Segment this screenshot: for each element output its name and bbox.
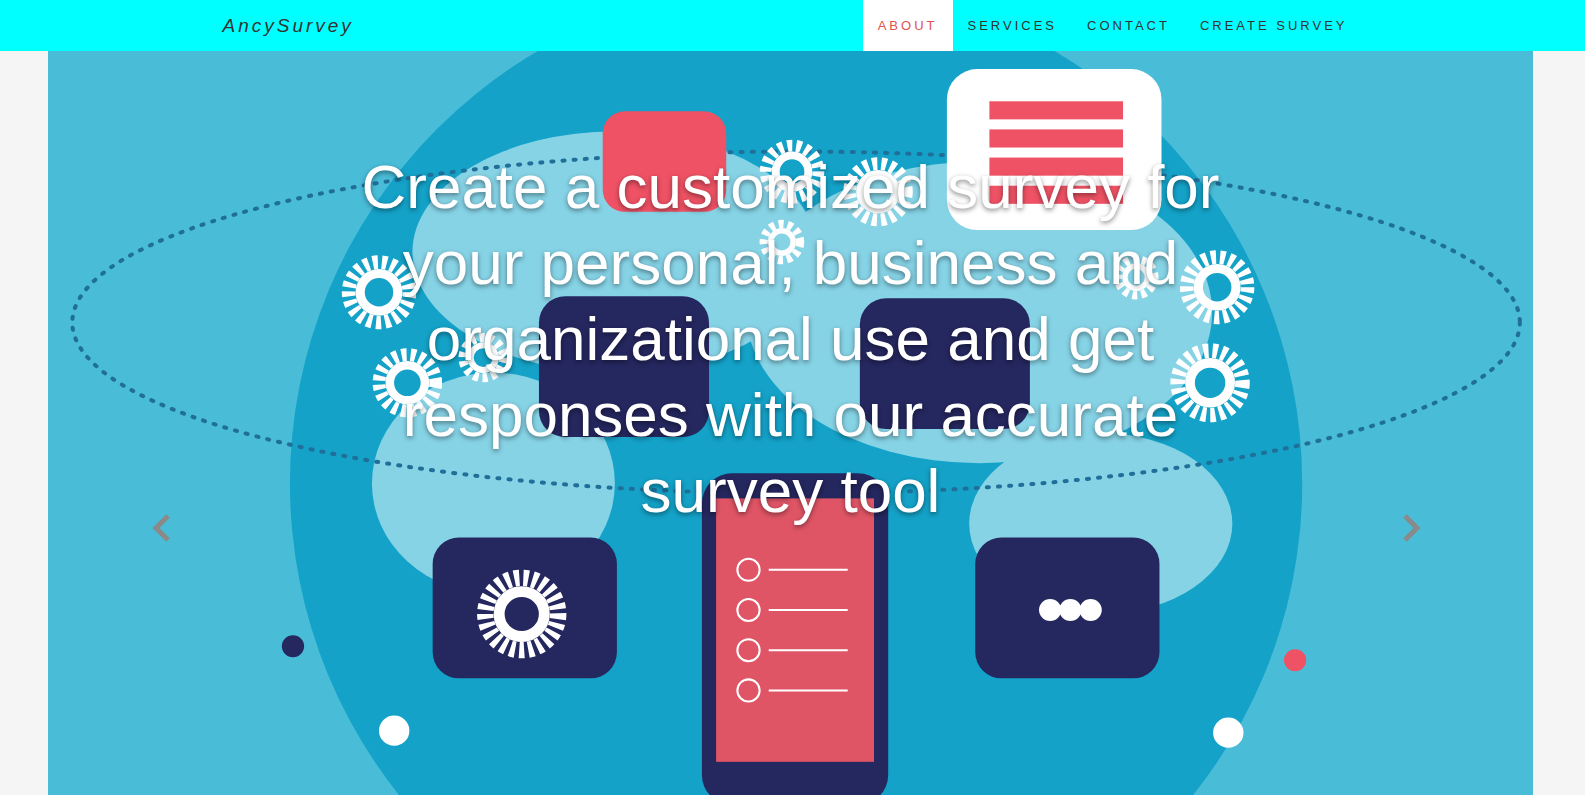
main-area: Create a customized survey for your pers… xyxy=(0,51,1585,795)
page: AncySurvey ABOUTSERVICESCONTACTCREATE SU… xyxy=(0,0,1585,795)
hero-headline: Create a customized survey for your pers… xyxy=(351,149,1231,529)
nav-item[interactable]: ABOUT xyxy=(863,0,953,51)
hero-carousel: Create a customized survey for your pers… xyxy=(48,51,1533,795)
nav-item[interactable]: CONTACT xyxy=(1072,0,1185,51)
next-arrow-icon[interactable] xyxy=(1401,513,1421,543)
nav-item[interactable]: CREATE SURVEY xyxy=(1185,0,1363,51)
navbar: AncySurvey ABOUTSERVICESCONTACTCREATE SU… xyxy=(0,0,1585,51)
brand-logo[interactable]: AncySurvey xyxy=(223,15,354,37)
nav-menu: ABOUTSERVICESCONTACTCREATE SURVEY xyxy=(863,0,1363,51)
prev-arrow-icon[interactable] xyxy=(152,513,172,543)
nav-item[interactable]: SERVICES xyxy=(953,0,1073,51)
